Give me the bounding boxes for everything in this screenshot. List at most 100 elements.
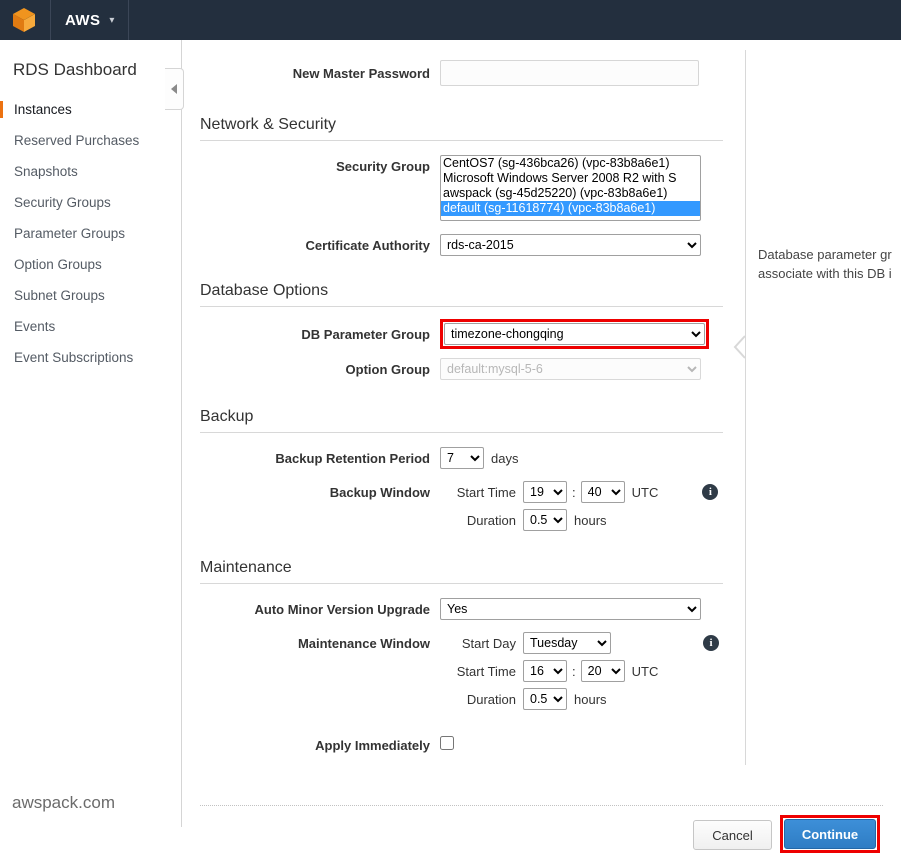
- field-row-maintenance-start-time: Start Time 16 : 20 UTC: [200, 660, 745, 682]
- help-panel-text: Database parameter gr associate with thi…: [758, 245, 901, 283]
- maintenance-start-minute-select[interactable]: 20: [580, 660, 625, 682]
- aws-top-bar: AWS ▾: [0, 0, 901, 40]
- field-row-security-group: Security Group CentOS7 (sg-436bca26) (vp…: [200, 155, 745, 222]
- security-group-option: default (sg-11618774) (vpc-83b8a6e1): [441, 201, 700, 216]
- field-row-maintenance-duration: Duration 0.5 hours: [200, 688, 745, 710]
- sidebar-item-event-subscriptions[interactable]: Event Subscriptions: [0, 342, 181, 373]
- sidebar-item-label: Events: [14, 319, 56, 334]
- maintenance-start-day-select[interactable]: Tuesday: [523, 632, 611, 654]
- backup-retention-select[interactable]: 7: [440, 447, 484, 469]
- sidebar-item-label: Subnet Groups: [14, 288, 105, 303]
- chevron-down-icon[interactable]: ▾: [109, 15, 114, 26]
- page-title: RDS Dashboard: [13, 60, 137, 79]
- chevron-left-icon: [171, 84, 177, 94]
- option-group-select: default:mysql-5-6: [440, 358, 701, 380]
- field-row-backup-window: Backup Window Start Time 19 : 40 UTC i: [200, 481, 745, 503]
- backup-retention-label: Backup Retention Period: [275, 450, 430, 466]
- db-parameter-group-highlight: timezone-chongqing: [440, 319, 709, 349]
- sidebar-item-security-groups[interactable]: Security Groups: [0, 187, 181, 218]
- security-group-option: Microsoft Windows Server 2008 R2 with S: [441, 171, 700, 186]
- sidebar-item-label: Option Groups: [14, 257, 102, 272]
- backup-window-info-icon[interactable]: i: [702, 484, 719, 500]
- maintenance-duration-unit: hours: [574, 691, 607, 707]
- help-text-line-1: Database parameter gr: [758, 247, 892, 262]
- field-row-option-group: Option Group default:mysql-5-6: [200, 358, 745, 380]
- site-watermark: awspack.com: [12, 793, 115, 812]
- topbar-divider-left: [50, 0, 51, 40]
- option-group-label: Option Group: [345, 361, 430, 377]
- field-row-master-password: New Master Password: [200, 60, 745, 86]
- settings-form: New Master Password Network & Security S…: [200, 40, 745, 755]
- sidebar-item-reserved-purchases[interactable]: Reserved Purchases: [0, 125, 181, 156]
- sidebar-item-label: Instances: [14, 102, 72, 117]
- sidebar-item-subnet-groups[interactable]: Subnet Groups: [0, 280, 181, 311]
- db-parameter-group-select[interactable]: timezone-chongqing: [444, 323, 705, 345]
- field-row-apply-immediately: Apply Immediately: [200, 736, 745, 755]
- maintenance-window-label: Maintenance Window: [297, 635, 430, 651]
- sidebar-item-label: Event Subscriptions: [14, 350, 134, 365]
- maintenance-start-hour-select[interactable]: 16: [523, 660, 567, 682]
- sidebar-item-label: Security Groups: [14, 195, 111, 210]
- maintenance-duration-label: Duration: [466, 691, 516, 707]
- backup-duration-unit: hours: [574, 512, 607, 528]
- field-row-maintenance-start-day: Maintenance Window Start Day Tuesday i: [200, 632, 745, 654]
- backup-duration-select[interactable]: 0.5: [523, 509, 567, 531]
- security-group-option: awspack (sg-45d25220) (vpc-83b8a6e1): [441, 186, 700, 201]
- db-parameter-group-label: DB Parameter Group: [301, 326, 430, 342]
- section-heading-database-options: Database Options: [200, 282, 723, 307]
- auto-minor-version-upgrade-select[interactable]: Yes: [440, 598, 701, 620]
- master-password-label: New Master Password: [292, 65, 430, 81]
- sidebar-item-instances[interactable]: Instances: [0, 94, 181, 125]
- sidebar-item-label: Snapshots: [14, 164, 78, 179]
- continue-button[interactable]: Continue: [784, 819, 876, 849]
- security-group-label: Security Group: [336, 159, 430, 174]
- time-colon-separator: :: [572, 663, 576, 679]
- backup-retention-unit: days: [491, 450, 519, 466]
- section-heading-maintenance: Maintenance: [200, 559, 723, 584]
- backup-start-hour-select[interactable]: 19: [523, 481, 567, 503]
- footer-divider: [200, 805, 883, 806]
- aws-brand-label[interactable]: AWS: [65, 12, 100, 29]
- help-panel-divider: [745, 50, 746, 765]
- sidebar-collapse-toggle[interactable]: [165, 68, 184, 110]
- security-group-option: CentOS7 (sg-436bca26) (vpc-83b8a6e1): [441, 156, 700, 171]
- field-row-certificate-authority: Certificate Authority rds-ca-2015: [200, 234, 745, 256]
- backup-timezone-label: UTC: [631, 484, 659, 500]
- maintenance-timezone-label: UTC: [631, 663, 659, 679]
- security-group-listbox[interactable]: CentOS7 (sg-436bca26) (vpc-83b8a6e1) Mic…: [440, 155, 701, 221]
- aws-cube-logo[interactable]: [12, 7, 36, 33]
- certificate-authority-select[interactable]: rds-ca-2015: [440, 234, 701, 256]
- apply-immediately-label: Apply Immediately: [315, 738, 430, 753]
- backup-start-minute-select[interactable]: 40: [580, 481, 625, 503]
- sidebar-item-events[interactable]: Events: [0, 311, 181, 342]
- main-content: New Master Password Network & Security S…: [182, 40, 901, 853]
- field-row-backup-duration: Duration 0.5 hours: [200, 509, 745, 531]
- sidebar-item-snapshots[interactable]: Snapshots: [0, 156, 181, 187]
- section-heading-backup: Backup: [200, 408, 723, 433]
- cancel-button[interactable]: Cancel: [693, 820, 772, 850]
- auto-minor-version-upgrade-label: Auto Minor Version Upgrade: [254, 601, 430, 617]
- sidebar-item-option-groups[interactable]: Option Groups: [0, 249, 181, 280]
- topbar-divider-right: [128, 0, 130, 40]
- field-row-auto-minor-version-upgrade: Auto Minor Version Upgrade Yes: [200, 598, 745, 620]
- maintenance-window-info-icon[interactable]: i: [703, 635, 719, 651]
- section-heading-network-security: Network & Security: [200, 116, 723, 141]
- maintenance-start-day-label: Start Day: [461, 635, 516, 651]
- backup-start-time-label: Start Time: [456, 484, 516, 500]
- sidebar-item-parameter-groups[interactable]: Parameter Groups: [0, 218, 181, 249]
- help-text-line-2: associate with this DB i: [758, 266, 892, 281]
- time-colon-separator: :: [572, 484, 576, 500]
- apply-immediately-checkbox[interactable]: [440, 736, 454, 750]
- field-row-backup-retention: Backup Retention Period 7 days: [200, 447, 745, 469]
- maintenance-duration-select[interactable]: 0.5: [523, 688, 567, 710]
- backup-duration-label: Duration: [466, 512, 516, 528]
- backup-window-label: Backup Window: [329, 484, 430, 500]
- master-password-input[interactable]: [440, 60, 699, 86]
- sidebar-item-label: Reserved Purchases: [14, 133, 140, 148]
- maintenance-start-time-label: Start Time: [456, 663, 516, 679]
- help-panel-collapse-toggle[interactable]: [733, 334, 747, 360]
- certificate-authority-label: Certificate Authority: [305, 237, 430, 253]
- field-row-db-parameter-group: DB Parameter Group timezone-chongqing: [200, 319, 745, 349]
- sidebar-item-label: Parameter Groups: [14, 226, 126, 241]
- continue-button-highlight: Continue: [780, 815, 880, 853]
